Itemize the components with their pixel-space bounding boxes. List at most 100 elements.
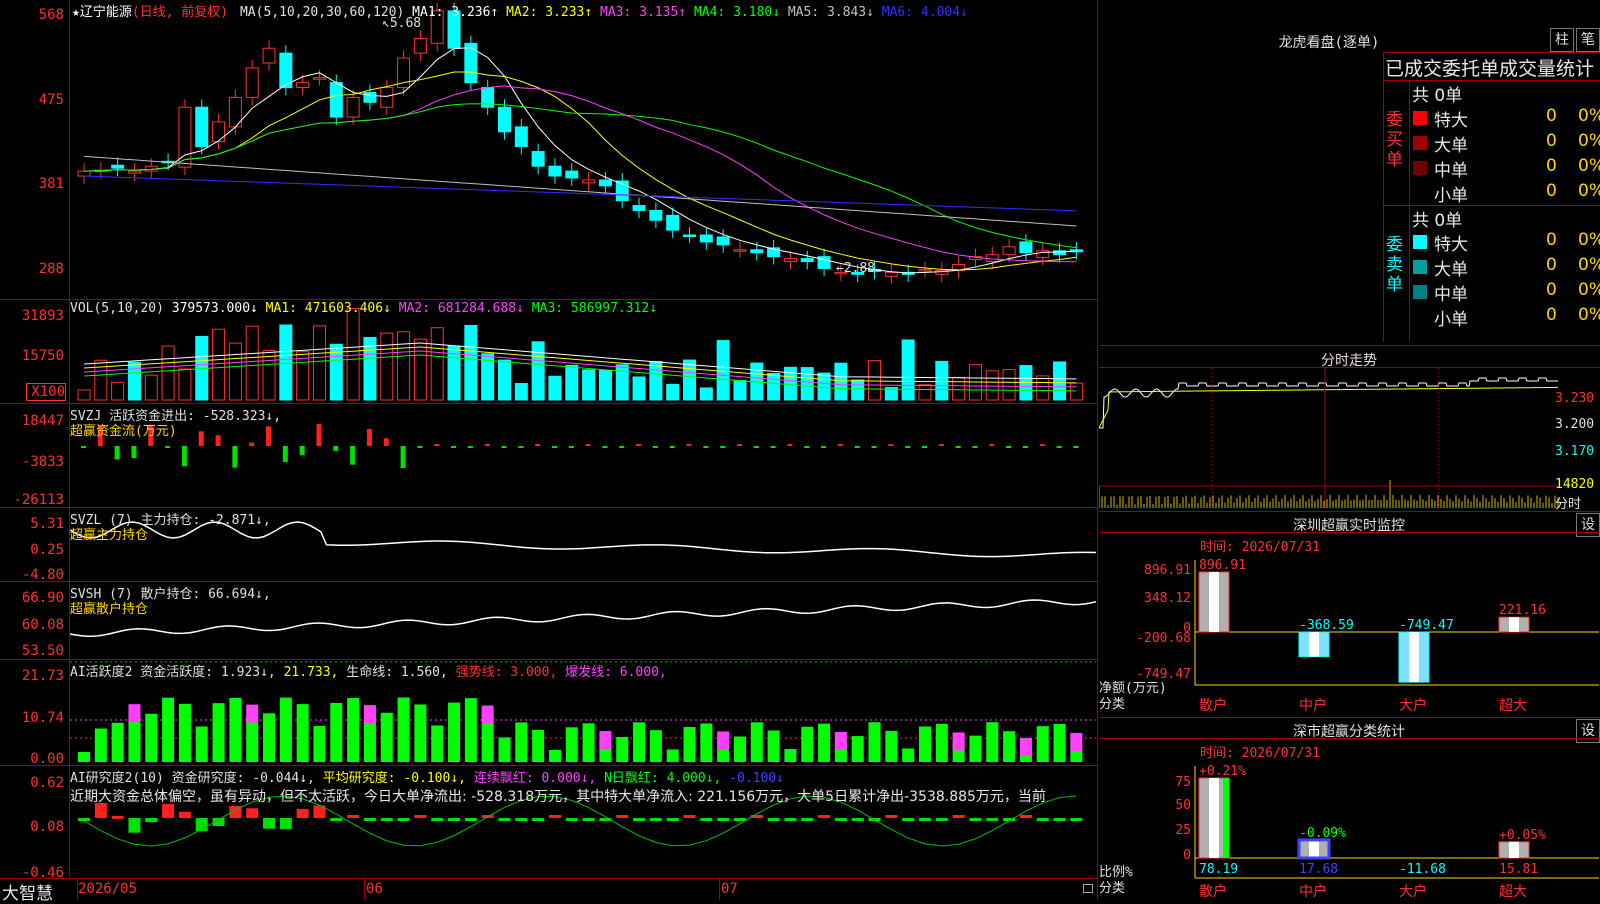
candle-body	[531, 150, 545, 167]
activity-bar	[649, 730, 662, 762]
volume-bar	[77, 389, 91, 401]
research-bar	[1019, 815, 1032, 818]
fs-axis-label: 3.170	[1555, 444, 1595, 459]
class-category: 中户	[1299, 883, 1327, 900]
class-bar-value: -11.68	[1399, 862, 1446, 877]
tick-mode-button[interactable]: 笔	[1576, 28, 1600, 52]
candle-body	[683, 234, 697, 238]
sell-row-name: 大单	[1434, 260, 1468, 280]
fs-axis-label: 3.230	[1555, 391, 1595, 406]
candle-body	[413, 37, 427, 54]
bar-mode-button[interactable]: 柱	[1550, 28, 1574, 52]
class-chart[interactable]: 75 50 25 0 +0.21% 78.19 散户 -0.09% 17.68 中户 -11.68 大…	[1099, 756, 1600, 900]
candle-body	[565, 170, 579, 179]
research-bar	[296, 808, 309, 818]
flow-bar	[417, 446, 423, 448]
candle-body	[733, 249, 747, 252]
monitor-chart[interactable]: 896.91348.120-200.68-749.47896.91散户-368.…	[1099, 550, 1600, 716]
flow-bar	[1022, 446, 1028, 448]
svzj-sub: 超赢资金流(万元)	[70, 424, 177, 439]
research-bar	[582, 818, 595, 821]
svzl-sub: 超赢主力持仓	[70, 528, 149, 543]
flow-bar	[484, 444, 490, 446]
date-label: 06	[366, 881, 383, 897]
date-tick	[719, 878, 720, 900]
low-marker: ←2.88	[836, 261, 876, 276]
monitor-category: 中户	[1299, 697, 1327, 714]
activity-bar	[784, 748, 797, 762]
research-bar	[935, 818, 948, 821]
research-bar	[801, 818, 814, 821]
activity-bar	[178, 703, 191, 762]
svsh-axis-label: 53.50	[21, 643, 64, 659]
activity-bar	[1053, 723, 1066, 762]
flow-bar	[131, 446, 137, 459]
volume-bar	[127, 361, 141, 401]
minute-avg-line	[1099, 386, 1559, 429]
lock-icon[interactable]	[1083, 884, 1093, 893]
class-bar-pct: +0.05%	[1499, 828, 1546, 843]
volume-bar	[161, 345, 175, 401]
burst-bar	[128, 704, 141, 723]
price-axis-label: 288	[38, 261, 64, 277]
main-chart-area[interactable]: ★辽宁能源(日线, 前复权) MA(5,10,20,30,60,120) MA1…	[0, 0, 1098, 904]
ai-research-value: 平均研究度: -0.100↓,	[322, 771, 474, 786]
flow-bar	[316, 424, 322, 446]
ma-line	[83, 155, 1077, 227]
class-bar-highlight	[1309, 839, 1319, 858]
vol-value: MA3: 586997.312↓	[531, 301, 658, 316]
activity-bar	[851, 736, 864, 762]
buy-row-name: 特大	[1434, 111, 1468, 131]
flow-bar	[619, 446, 625, 448]
class-bar-pct: -0.09%	[1299, 826, 1346, 841]
candle-body	[1002, 246, 1016, 256]
volume-bar	[733, 379, 747, 401]
ma-value: MA3: 3.135↑	[600, 5, 694, 20]
ai-active-value: AI活跃度2 资金活跃度: 1.923↓,	[70, 665, 284, 680]
candle-body	[380, 87, 394, 108]
activity-bar	[633, 722, 646, 762]
activity-bar	[548, 749, 561, 762]
buy-row-swatch	[1413, 111, 1427, 125]
volume-bar	[615, 364, 629, 401]
stock-name[interactable]: ★辽宁能源	[72, 5, 132, 20]
flow-bar	[888, 444, 894, 446]
monitor-axis-label: 896.91	[1144, 563, 1191, 578]
vol-value: MA1: 471603.406↓	[265, 301, 399, 316]
volume-bar	[985, 370, 999, 401]
minute-chart[interactable]	[1099, 368, 1600, 510]
buy-row-name: 大单	[1434, 136, 1468, 156]
candle-body	[514, 126, 528, 148]
flow-bar	[434, 444, 440, 446]
monitor-settings-button[interactable]: 设	[1576, 513, 1600, 537]
sell-row-percent: 0%	[1578, 305, 1600, 325]
research-bar	[885, 815, 898, 818]
ma-value: MA6: 4.004↓	[881, 5, 968, 20]
volume-bar	[716, 340, 730, 401]
right-divider	[1383, 52, 1600, 53]
class-settings-button[interactable]: 设	[1576, 719, 1600, 743]
burst-bar	[246, 704, 259, 723]
flow-bar	[636, 444, 642, 446]
sell-row-swatch	[1413, 285, 1427, 299]
volume-bar	[952, 376, 966, 401]
class-ylabel: 比例%	[1099, 865, 1133, 880]
date-label: 07	[721, 881, 738, 897]
fs-axis-label: 分时	[1555, 497, 1582, 512]
flow-bar	[198, 431, 204, 446]
buy-label: 委买单	[1386, 110, 1403, 170]
flow-bar	[400, 446, 406, 468]
activity-bar	[885, 730, 898, 762]
candlestick-chart[interactable]	[70, 0, 1096, 298]
volume-bar	[800, 367, 814, 401]
candle-body	[312, 77, 326, 80]
minute-price-line	[1099, 377, 1558, 429]
flow-bar	[837, 444, 843, 446]
burst-bar	[1019, 737, 1032, 756]
burst-bar	[717, 731, 730, 750]
class-category: 散户	[1199, 883, 1227, 900]
flow-bar	[501, 446, 507, 448]
candle-body	[245, 67, 259, 98]
period-label: (日线, 前复权)	[131, 5, 229, 20]
monitor-bar-label: 896.91	[1199, 558, 1246, 573]
